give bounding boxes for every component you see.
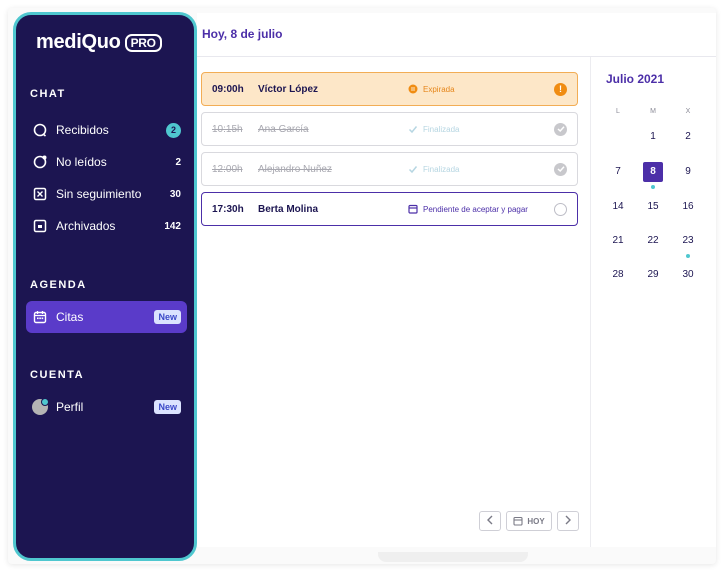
calendar-title: Julio 2021 <box>606 72 665 86</box>
calendar-day[interactable]: 15 <box>643 197 663 217</box>
sidebar-item-label: No leídos <box>56 155 107 169</box>
sidebar-item-recibidos[interactable]: Recibidos 2 <box>26 117 187 143</box>
sidebar-item-citas[interactable]: Citas New <box>26 301 187 333</box>
calendar-day[interactable]: 22 <box>643 231 663 251</box>
appointment-time: 12:00h <box>212 163 243 175</box>
sidebar-item-label: Citas <box>56 310 84 324</box>
appointment-patient: Berta Molina <box>258 203 319 215</box>
appointment-row[interactable]: 09:00h Víctor López Expirada ! <box>201 72 578 106</box>
appointment-status-label: Pendiente de aceptar y pagar <box>423 204 528 214</box>
unread-count-badge: 2 <box>166 122 181 138</box>
sidebar-item-label: Recibidos <box>56 123 109 137</box>
pending-radio-icon[interactable] <box>554 202 567 216</box>
section-title-chat: CHAT <box>30 88 66 100</box>
calendar-icon <box>32 309 48 325</box>
archive-icon <box>32 218 48 234</box>
appointment-row[interactable]: 17:30h Berta Molina Pendiente de aceptar… <box>201 192 578 226</box>
event-dot <box>651 185 655 189</box>
app-logo: mediQuo PRO <box>36 31 162 54</box>
check-icon <box>408 124 418 134</box>
appointment-time: 09:00h <box>212 83 244 95</box>
unread-bubble-icon <box>32 154 48 170</box>
sidebar-item-label: Perfil <box>56 400 84 414</box>
no-followup-icon <box>32 186 48 202</box>
calendar-day[interactable]: 2 <box>678 127 698 147</box>
sidebar-item-count: 142 <box>164 220 181 232</box>
new-badge: New <box>154 310 181 324</box>
calendar-day[interactable]: 9 <box>678 162 698 182</box>
new-badge: New <box>154 400 181 414</box>
weekday-label: X <box>685 108 691 115</box>
check-icon <box>408 164 418 174</box>
sidebar-item-count: 2 <box>175 156 181 168</box>
sidebar-item-perfil[interactable]: Perfil New <box>26 394 187 420</box>
completed-check-icon <box>554 122 567 136</box>
calendar-day[interactable]: 7 <box>608 162 628 182</box>
appointment-patient: Alejandro Nuñez <box>258 163 332 175</box>
section-title-agenda: AGENDA <box>30 279 87 291</box>
calendar-day-selected[interactable]: 8 <box>643 162 663 182</box>
expired-clock-icon <box>408 84 418 94</box>
appointment-status: Finalizada <box>408 124 459 134</box>
appointment-time: 17:30h <box>212 203 244 215</box>
today-button[interactable]: HOY <box>506 511 552 531</box>
appointment-status-label: Expirada <box>423 84 455 94</box>
appointment-time: 10:15h <box>212 123 243 135</box>
appointment-status: Expirada <box>408 84 455 94</box>
sidebar-item-no-leidos[interactable]: No leídos 2 <box>26 149 187 175</box>
sidebar-item-archivados[interactable]: Archivados 142 <box>26 213 187 239</box>
appointment-row[interactable]: 10:15h Ana García Finalizada <box>201 112 578 146</box>
calendar-icon <box>408 204 418 214</box>
appointment-status-label: Finalizada <box>423 124 460 134</box>
sidebar-item-label: Archivados <box>56 219 116 233</box>
weekday-label: M <box>650 108 656 115</box>
weekday-label: L <box>616 108 620 115</box>
calendar-day[interactable]: 1 <box>643 127 663 147</box>
calendar-day[interactable]: 30 <box>678 265 698 285</box>
appointment-list: 09:00h Víctor López Expirada ! 10:15h An… <box>197 57 590 547</box>
chat-bubble-icon <box>32 122 48 138</box>
today-label: HOY <box>527 516 545 526</box>
page-header: Hoy, 8 de julio <box>197 13 716 57</box>
completed-check-icon <box>554 162 567 176</box>
avatar <box>32 398 49 415</box>
alert-icon: ! <box>554 82 567 96</box>
calendar-day[interactable]: 23 <box>678 231 698 251</box>
appointment-row[interactable]: 12:00h Alejandro Nuñez Finalizada <box>201 152 578 186</box>
event-dot <box>686 254 690 258</box>
calendar-day[interactable]: 16 <box>678 197 698 217</box>
device-notch <box>378 552 528 562</box>
calendar-icon <box>513 516 523 526</box>
chevron-right-icon <box>564 515 572 527</box>
sidebar-item-sin-seguimiento[interactable]: Sin seguimiento 30 <box>26 181 187 207</box>
calendar-day[interactable]: 21 <box>608 231 628 251</box>
section-title-cuenta: CUENTA <box>30 369 85 381</box>
month-calendar: Julio 2021 L M X 1 2 7 8 9 14 15 16 21 22 23 28 29 30 <box>590 57 716 547</box>
calendar-day[interactable]: 28 <box>608 265 628 285</box>
logo-pro-badge: PRO <box>124 33 162 52</box>
sidebar: mediQuo PRO CHAT Recibidos 2 No leídos 2… <box>13 12 197 561</box>
previous-day-button[interactable] <box>479 511 501 531</box>
logo-text: mediQuo <box>36 31 121 53</box>
appointment-patient: Víctor López <box>258 83 319 95</box>
next-day-button[interactable] <box>557 511 579 531</box>
page-title: Hoy, 8 de julio <box>202 27 283 41</box>
appointment-patient: Ana García <box>258 123 309 135</box>
sidebar-item-count: 30 <box>169 188 181 200</box>
appointment-status: Finalizada <box>408 164 459 174</box>
chevron-left-icon <box>486 515 494 527</box>
sidebar-item-label: Sin seguimiento <box>56 187 142 201</box>
calendar-day[interactable]: 29 <box>643 265 663 285</box>
calendar-day[interactable]: 14 <box>608 197 628 217</box>
appointment-status: Pendiente de aceptar y pagar <box>408 204 528 214</box>
appointment-status-label: Finalizada <box>423 164 460 174</box>
